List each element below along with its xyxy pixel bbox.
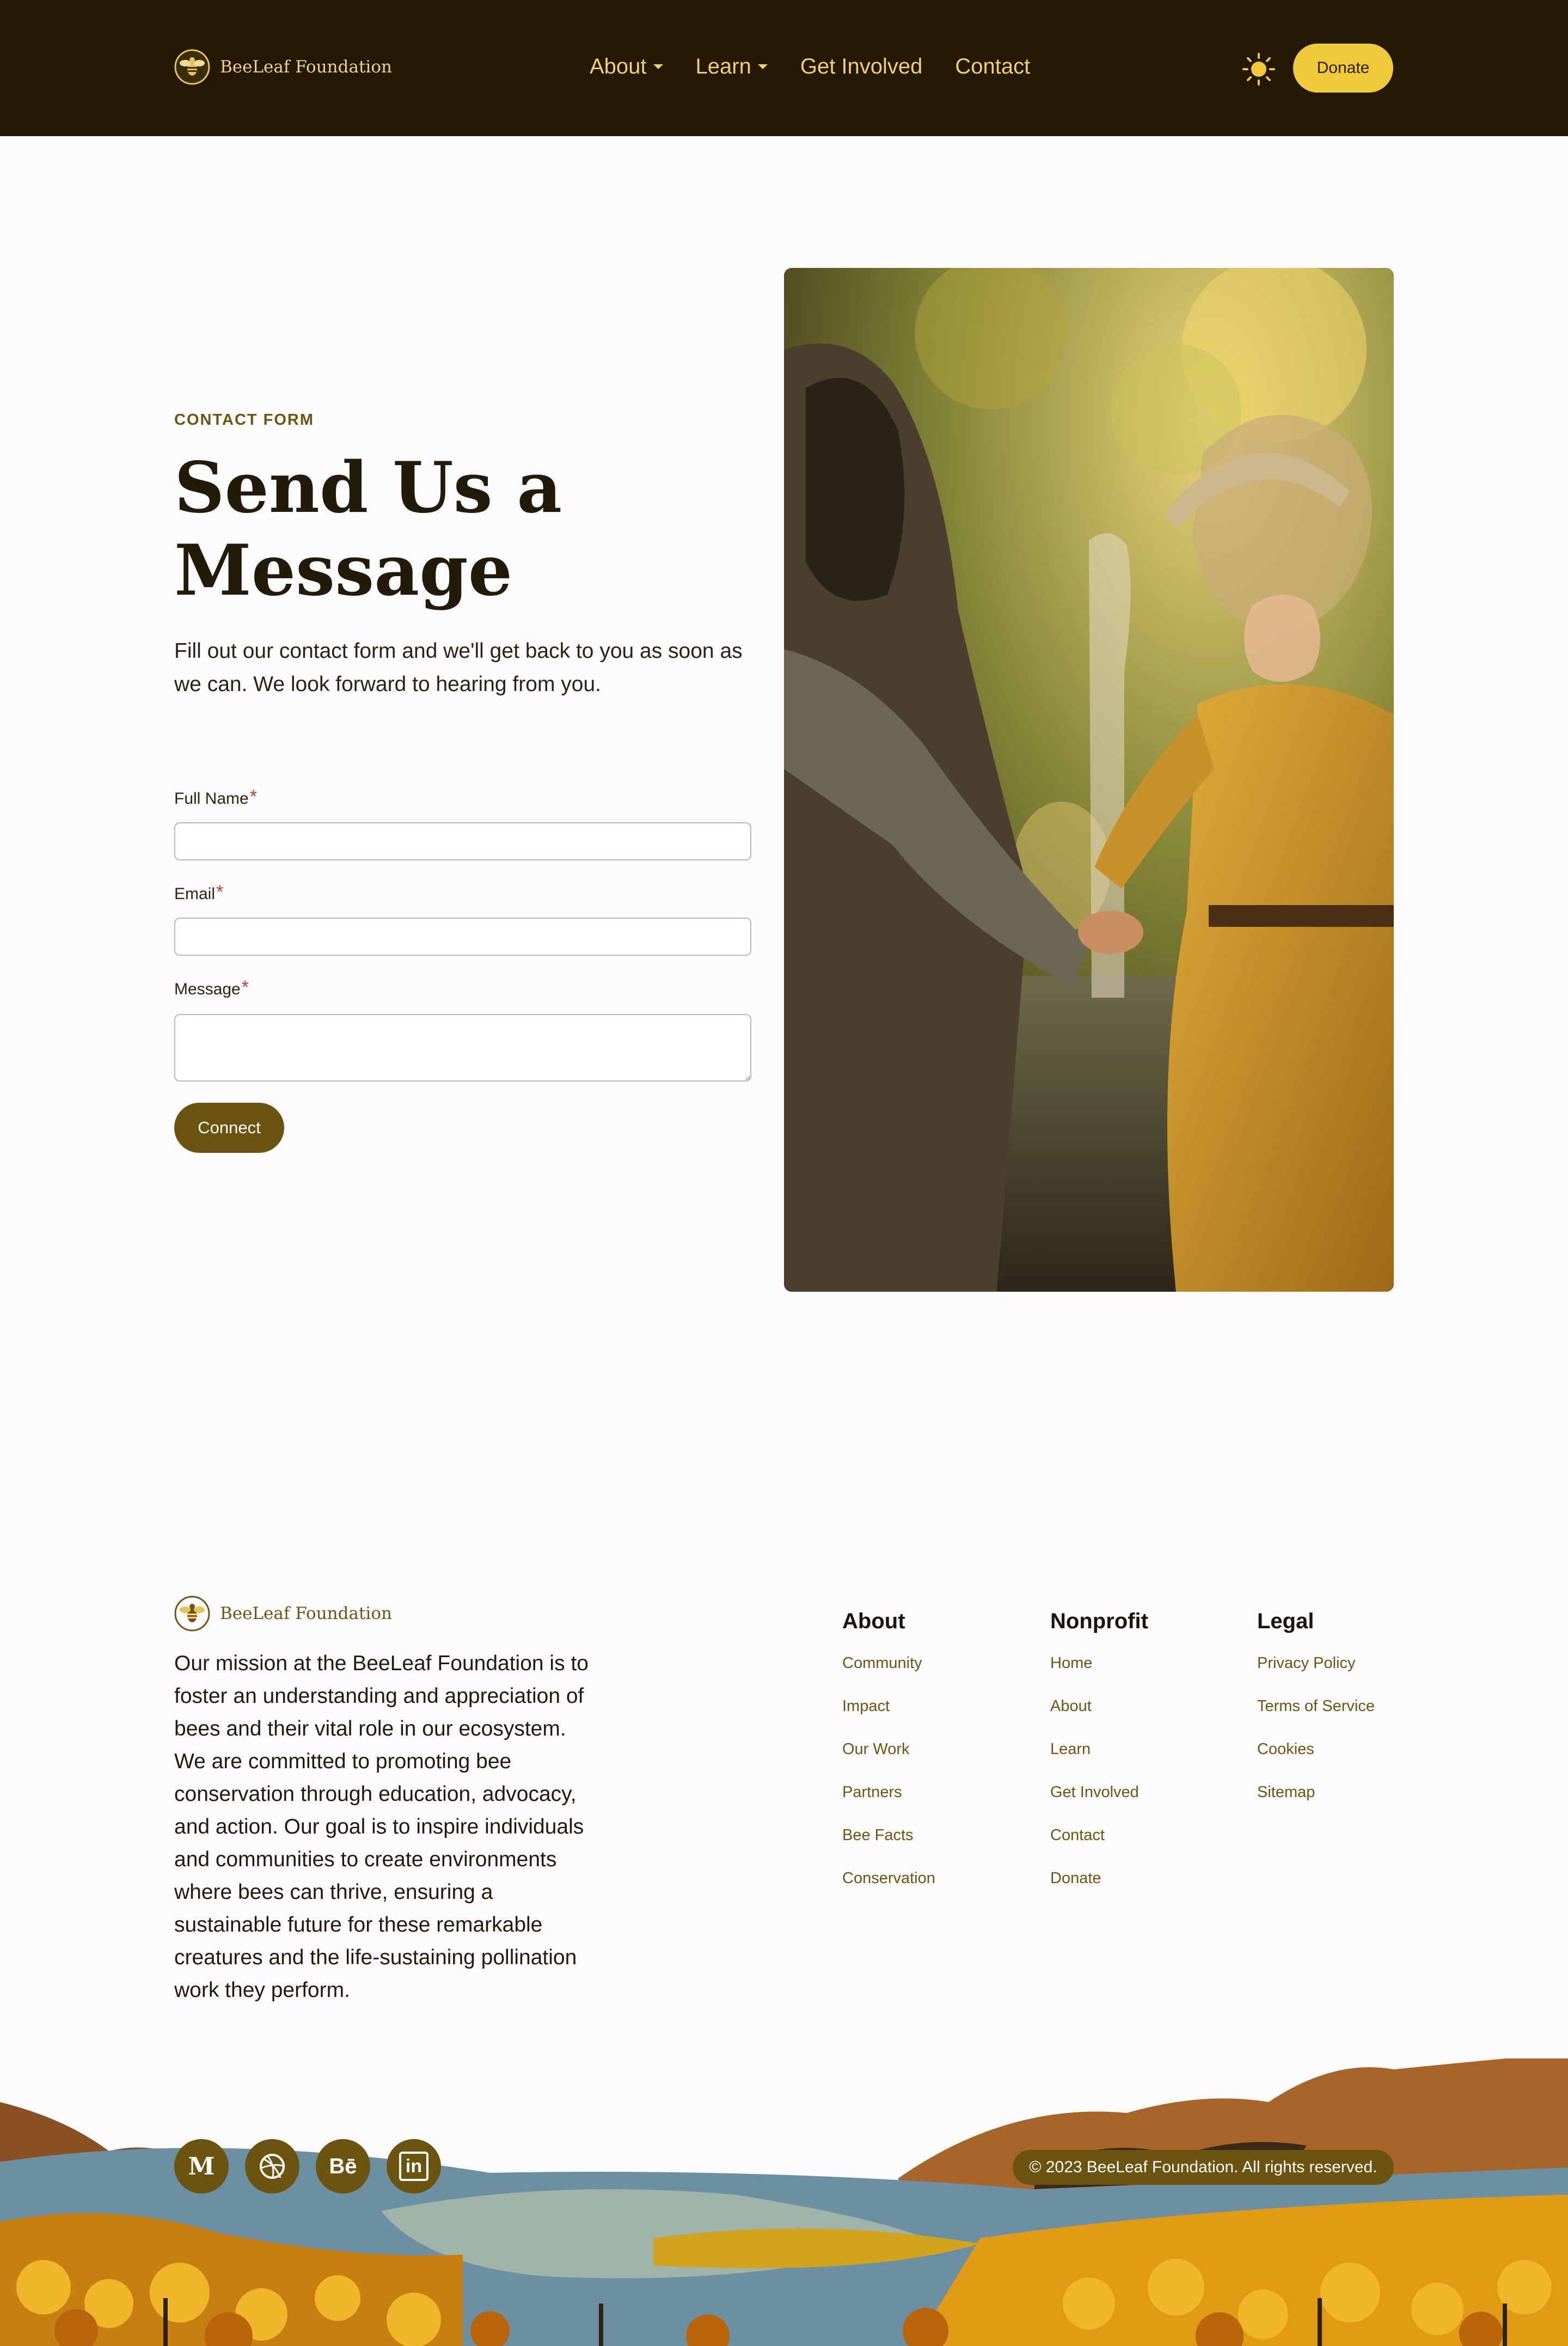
email-label: Email*	[174, 882, 224, 906]
required-marker: *	[241, 977, 249, 998]
menu-get-involved[interactable]: Get Involved	[800, 54, 923, 79]
footer-link-our-work[interactable]: Our Work	[842, 1738, 935, 1781]
beekeepers-handshake-photo	[784, 268, 1394, 1292]
required-marker: *	[249, 786, 257, 807]
footer-brand[interactable]: BeeLeaf Foundation	[174, 1596, 392, 1632]
footer-column-about: About Community Impact Our Work Partners…	[842, 1609, 935, 1910]
footer-link-donate[interactable]: Donate	[1050, 1867, 1148, 1910]
message-label: Message*	[174, 977, 249, 1001]
required-marker: *	[216, 882, 224, 902]
footer-link-learn[interactable]: Learn	[1050, 1738, 1148, 1781]
footer-column-title: Nonprofit	[1050, 1609, 1148, 1633]
message-field[interactable]	[174, 1014, 751, 1082]
footer-link-get-involved[interactable]: Get Involved	[1050, 1781, 1148, 1824]
medium-glyph: M	[188, 2152, 215, 2180]
footer-column-legal: Legal Privacy Policy Terms of Service Co…	[1257, 1609, 1375, 1824]
full-name-field[interactable]	[174, 822, 751, 860]
menu-get-involved-label: Get Involved	[800, 54, 923, 78]
footer-link-conservation[interactable]: Conservation	[842, 1867, 935, 1910]
autumn-landscape-illustration	[0, 2058, 1568, 2346]
menu-learn-label: Learn	[695, 54, 751, 78]
menu-about[interactable]: About	[590, 54, 663, 79]
copyright-text: © 2023 BeeLeaf Foundation. All rights re…	[1013, 2150, 1394, 2185]
linkedin-icon[interactable]: in	[387, 2139, 441, 2194]
email-field[interactable]	[174, 918, 751, 956]
footer-link-cookies[interactable]: Cookies	[1257, 1738, 1375, 1781]
section-eyebrow: CONTACT FORM	[174, 411, 315, 429]
menu-learn[interactable]: Learn	[696, 54, 768, 79]
donate-button[interactable]: Donate	[1293, 44, 1393, 93]
footer-brand-name: BeeLeaf Foundation	[220, 1604, 392, 1623]
linkedin-glyph: in	[399, 2152, 428, 2181]
menu-contact-label: Contact	[955, 54, 1031, 78]
footer-column-title: About	[842, 1609, 905, 1633]
behance-icon[interactable]: Bē	[316, 2139, 370, 2194]
footer-link-privacy-policy[interactable]: Privacy Policy	[1257, 1652, 1375, 1695]
main-menu: About Learn Get Involved Contact	[590, 54, 1063, 79]
footer-link-bee-facts[interactable]: Bee Facts	[842, 1824, 935, 1867]
connect-button[interactable]: Connect	[174, 1103, 284, 1153]
footer-column-nonprofit: Nonprofit Home About Learn Get Involved …	[1050, 1609, 1148, 1910]
bee-logo-icon	[174, 1596, 210, 1632]
footer-link-about[interactable]: About	[1050, 1695, 1148, 1738]
brand-link[interactable]: BeeLeaf Foundation	[174, 49, 392, 85]
intro-text: Fill out our contact form and we'll get …	[174, 639, 743, 696]
dribbble-glyph	[260, 2154, 285, 2179]
bee-logo-icon	[174, 49, 210, 85]
brand-name: BeeLeaf Foundation	[220, 57, 392, 77]
footer-link-sitemap[interactable]: Sitemap	[1257, 1781, 1375, 1824]
sun-icon[interactable]	[1241, 52, 1276, 87]
footer-link-home[interactable]: Home	[1050, 1652, 1148, 1695]
footer-link-community[interactable]: Community	[842, 1652, 935, 1695]
chevron-down-icon	[653, 64, 663, 69]
dribbble-icon[interactable]	[245, 2139, 299, 2194]
footer-link-terms-of-service[interactable]: Terms of Service	[1257, 1695, 1375, 1738]
mission-statement: Our mission at the BeeLeaf Foundation is…	[174, 1652, 589, 2002]
medium-icon[interactable]: M	[174, 2139, 229, 2194]
footer-link-contact[interactable]: Contact	[1050, 1824, 1148, 1867]
full-name-label-text: Full Name	[174, 790, 249, 808]
chevron-down-icon	[757, 64, 768, 69]
footer-link-impact[interactable]: Impact	[842, 1695, 935, 1738]
behance-glyph: Bē	[329, 2154, 357, 2178]
page-title: Send Us a Message	[174, 447, 562, 612]
email-label-text: Email	[174, 885, 216, 903]
footer-link-partners[interactable]: Partners	[842, 1781, 935, 1824]
message-label-text: Message	[174, 980, 241, 998]
full-name-label: Full Name*	[174, 786, 257, 811]
menu-contact[interactable]: Contact	[955, 54, 1030, 79]
footer-column-title: Legal	[1257, 1609, 1314, 1633]
menu-about-label: About	[590, 54, 647, 78]
top-navbar: BeeLeaf Foundation About Learn Get Invol…	[0, 0, 1568, 136]
